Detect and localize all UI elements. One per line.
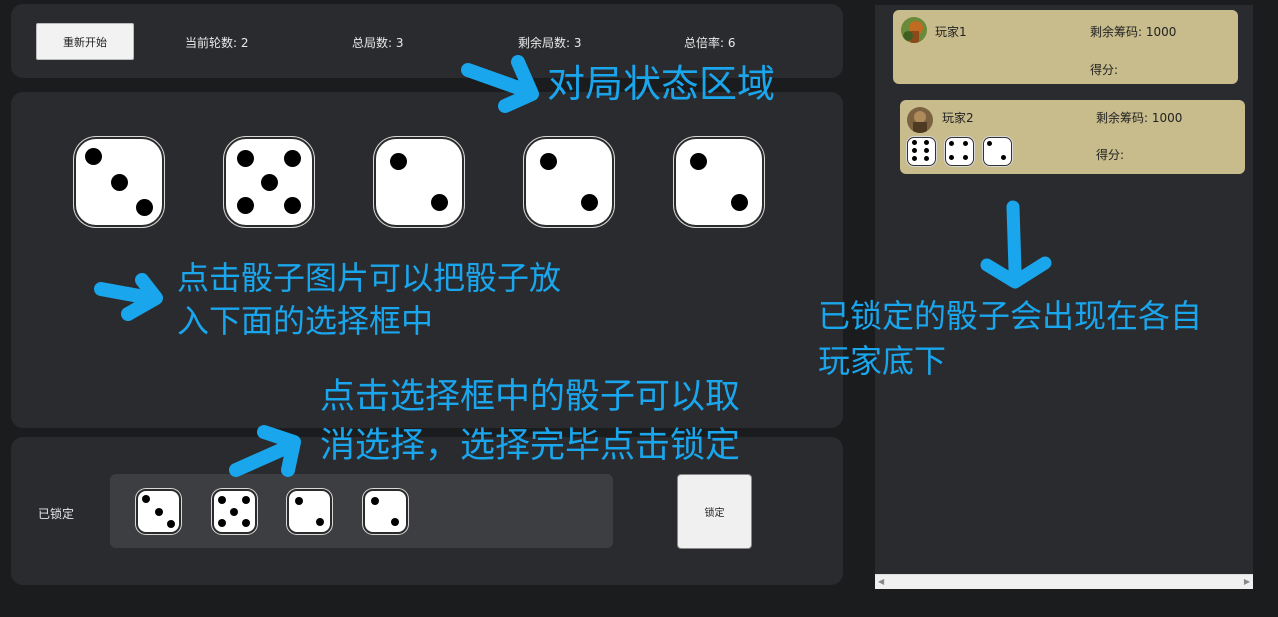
annotation-click-dice: 点击骰子图片可以把骰子放 入下面的选择框中 — [177, 259, 562, 340]
annotation-deselect: 点击选择框中的骰子可以取 消选择，选择完毕点击锁定 — [320, 377, 741, 466]
annotation-status-area: 对局状态区域 — [547, 62, 776, 106]
arrow-icon — [1006, 200, 1022, 277]
annotation-locked-under-player: 已锁定的骰子会出现在各自 玩家底下 — [818, 297, 1203, 380]
